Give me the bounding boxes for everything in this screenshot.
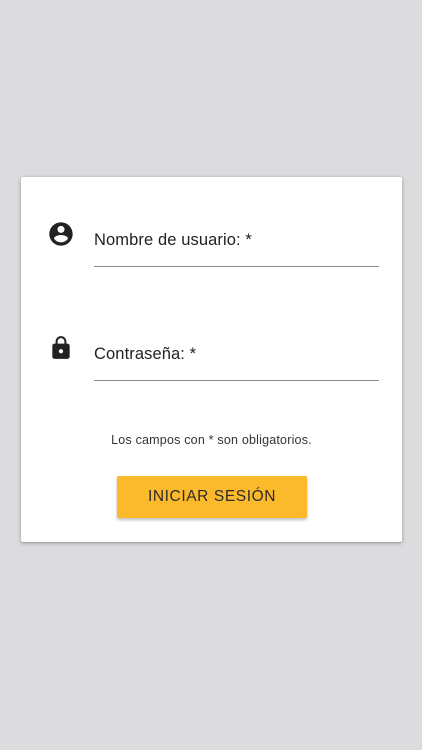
password-underline xyxy=(94,380,379,381)
account-circle-icon xyxy=(47,219,75,249)
username-field[interactable]: Nombre de usuario: * xyxy=(21,215,402,275)
password-input[interactable] xyxy=(94,337,379,379)
lock-icon xyxy=(47,333,75,363)
required-fields-note: Los campos con * son obligatorios. xyxy=(111,433,312,447)
username-input[interactable] xyxy=(94,223,379,265)
password-field[interactable]: Contraseña: * xyxy=(21,329,402,389)
login-card: Nombre de usuario: * Contraseña: * Los c… xyxy=(21,177,402,542)
username-underline xyxy=(94,266,379,267)
login-button[interactable]: INICIAR SESIÓN xyxy=(117,476,307,518)
